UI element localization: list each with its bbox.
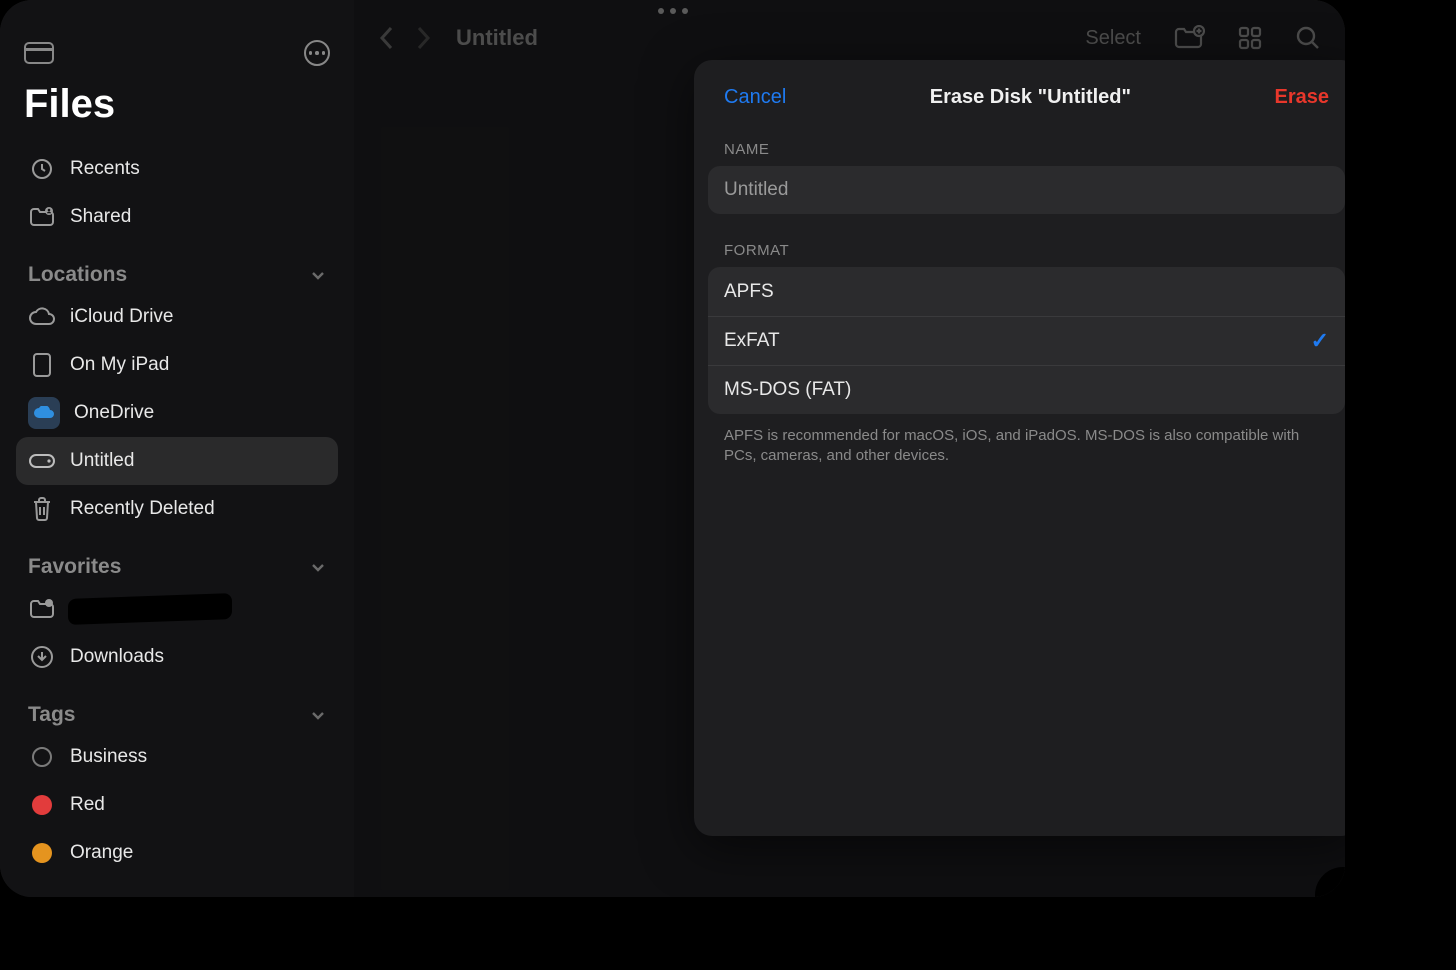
sidebar-item-label: Downloads xyxy=(70,646,326,668)
tag-red-icon xyxy=(28,791,56,819)
sidebar-item-label: Red xyxy=(70,794,326,816)
tag-orange-icon xyxy=(28,839,56,867)
app-title: Files xyxy=(16,74,338,145)
section-label: Favorites xyxy=(28,555,121,579)
sidebar-item-label: Recently Deleted xyxy=(70,498,326,520)
disk-name-input[interactable] xyxy=(708,166,1345,214)
section-label: Tags xyxy=(28,703,75,727)
sidebar-tag-business[interactable]: Business xyxy=(16,733,338,781)
checkmark-icon: ✓ xyxy=(1311,328,1329,354)
cancel-button[interactable]: Cancel xyxy=(724,86,786,109)
format-option-label: ExFAT xyxy=(724,330,780,352)
tag-circle-icon xyxy=(28,743,56,771)
sidebar-item-label: Recents xyxy=(70,158,326,180)
sidebar-item-label: OneDrive xyxy=(74,402,326,424)
sidebar-item-shared[interactable]: Shared xyxy=(16,193,338,241)
drive-icon xyxy=(28,447,56,475)
section-label: Locations xyxy=(28,263,127,287)
format-option-msdos[interactable]: MS-DOS (FAT) xyxy=(708,365,1345,414)
download-icon xyxy=(28,643,56,671)
modal-title: Erase Disk "Untitled" xyxy=(930,86,1131,109)
sidebar-item-label: Business xyxy=(70,746,326,768)
sidebar-item-downloads[interactable]: Downloads xyxy=(16,633,338,681)
sidebar-item-label: iCloud Drive xyxy=(70,306,326,328)
sidebar-item-favorite-redacted[interactable] xyxy=(16,585,338,633)
sidebar-item-label: Untitled xyxy=(70,450,326,472)
sidebar-tag-orange[interactable]: Orange xyxy=(16,829,338,877)
sidebar-item-recently-deleted[interactable]: Recently Deleted xyxy=(16,485,338,533)
sidebar-item-onedrive[interactable]: OneDrive xyxy=(16,389,338,437)
app-window: Files Recents Shared Locations iCloud Dr… xyxy=(0,0,1345,897)
sidebar-item-label: On My iPad xyxy=(70,354,326,376)
sidebar: Files Recents Shared Locations iCloud Dr… xyxy=(0,0,354,897)
chevron-down-icon xyxy=(310,267,326,283)
clock-icon xyxy=(28,155,56,183)
window-icon[interactable] xyxy=(24,42,54,64)
sidebar-item-label: Orange xyxy=(70,842,326,864)
name-section-label: NAME xyxy=(694,127,1345,166)
ipad-icon xyxy=(28,351,56,379)
format-help-text: APFS is recommended for macOS, iOS, and … xyxy=(694,414,1345,467)
onedrive-icon xyxy=(28,397,60,429)
format-option-apfs[interactable]: APFS xyxy=(708,267,1345,316)
folder-shared-icon xyxy=(28,203,56,231)
format-option-exfat[interactable]: ExFAT ✓ xyxy=(708,316,1345,365)
sidebar-item-recents[interactable]: Recents xyxy=(16,145,338,193)
more-options-button[interactable] xyxy=(304,40,330,66)
cloud-icon xyxy=(28,303,56,331)
format-option-label: MS-DOS (FAT) xyxy=(724,379,851,401)
section-header-tags[interactable]: Tags xyxy=(16,681,338,733)
erase-button[interactable]: Erase xyxy=(1274,86,1329,109)
chevron-down-icon xyxy=(310,707,326,723)
format-section-label: FORMAT xyxy=(694,214,1345,267)
folder-shared-icon xyxy=(28,595,56,623)
redacted-label xyxy=(70,595,230,623)
sidebar-item-untitled[interactable]: Untitled xyxy=(16,437,338,485)
format-option-label: APFS xyxy=(724,281,774,303)
format-list: APFS ExFAT ✓ MS-DOS (FAT) xyxy=(708,267,1345,414)
erase-disk-modal: Cancel Erase Disk "Untitled" Erase NAME … xyxy=(694,60,1345,836)
sidebar-tag-red[interactable]: Red xyxy=(16,781,338,829)
trash-icon xyxy=(28,495,56,523)
section-header-locations[interactable]: Locations xyxy=(16,241,338,293)
sidebar-item-label: Shared xyxy=(70,206,326,228)
section-header-favorites[interactable]: Favorites xyxy=(16,533,338,585)
chevron-down-icon xyxy=(310,559,326,575)
content-area: Untitled Select Cancel Erase Disk "Untit… xyxy=(354,0,1345,897)
window-handle-dots xyxy=(658,8,688,14)
sidebar-item-icloud[interactable]: iCloud Drive xyxy=(16,293,338,341)
sidebar-item-onmyipad[interactable]: On My iPad xyxy=(16,341,338,389)
